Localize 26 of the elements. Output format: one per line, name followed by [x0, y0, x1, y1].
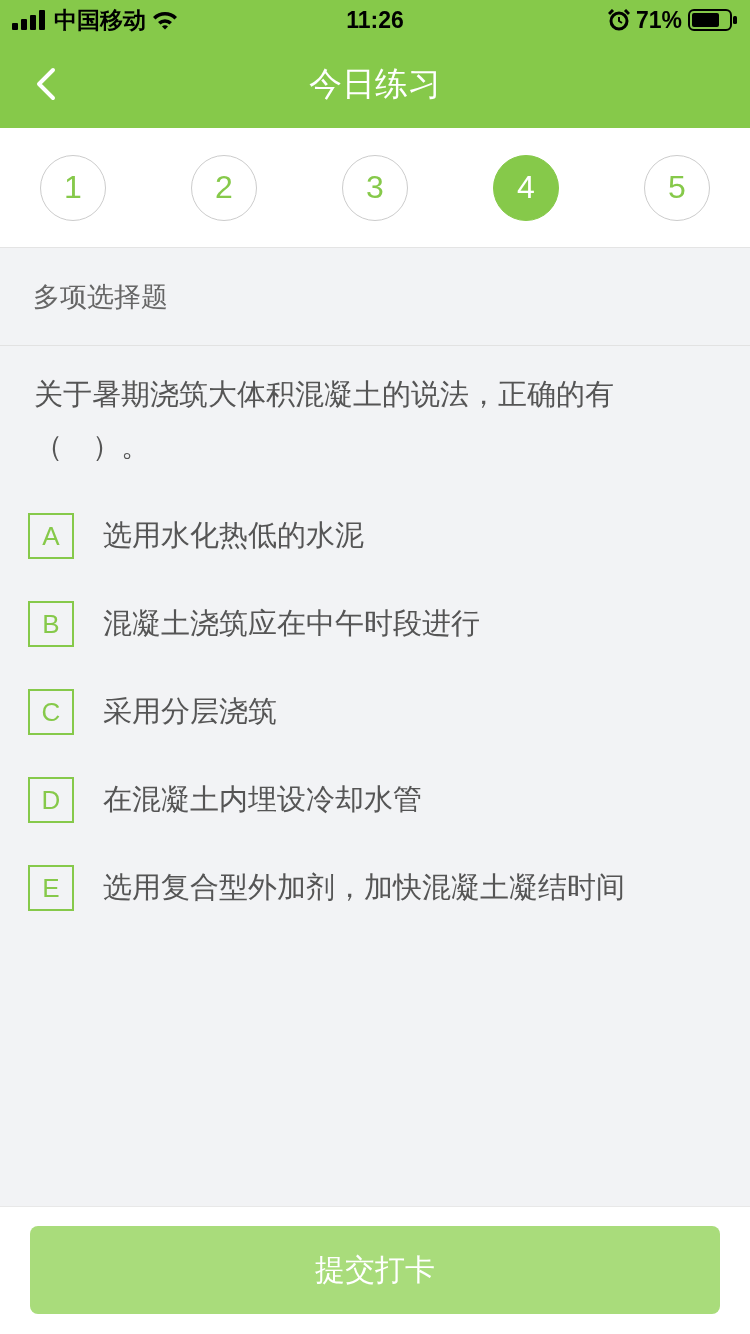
clock-time: 11:26: [346, 7, 404, 33]
option-letter-box[interactable]: D: [28, 777, 74, 823]
option-text[interactable]: 选用水化热低的水泥: [103, 516, 364, 556]
carrier-name: 中国移动: [54, 5, 146, 35]
question-number-tab[interactable]: 3: [342, 154, 408, 221]
battery-icon: [688, 9, 738, 31]
battery-percent: 71%: [635, 6, 682, 34]
question-number-tab[interactable]: 5: [644, 154, 710, 221]
page-title: 今日练习: [309, 63, 441, 104]
option-letter-box[interactable]: C: [28, 689, 74, 735]
option-text[interactable]: 采用分层浇筑: [103, 692, 277, 732]
option-letter-box[interactable]: E: [28, 865, 74, 911]
option-letter-box[interactable]: A: [28, 513, 74, 559]
signal-icon: [12, 10, 48, 30]
option-text[interactable]: 选用复合型外加剂，加快混凝土凝结时间: [103, 868, 625, 908]
alarm-icon: [607, 9, 630, 31]
option-text[interactable]: 混凝土浇筑应在中午时段进行: [103, 604, 480, 644]
question-type-label: 多项选择题: [33, 280, 168, 314]
wifi-icon: [152, 10, 178, 30]
back-icon: [36, 67, 56, 101]
question-number-tab[interactable]: 4: [493, 154, 559, 221]
question-text: 关于暑期浇筑大体积混凝土的说法，正确的有（ ）。: [34, 377, 615, 464]
option-letter-box[interactable]: B: [28, 601, 74, 647]
question-number-tab[interactable]: 1: [40, 154, 106, 221]
question-number-tab[interactable]: 2: [191, 154, 257, 221]
option-text[interactable]: 在混凝土内埋设冷却水管: [103, 780, 422, 820]
